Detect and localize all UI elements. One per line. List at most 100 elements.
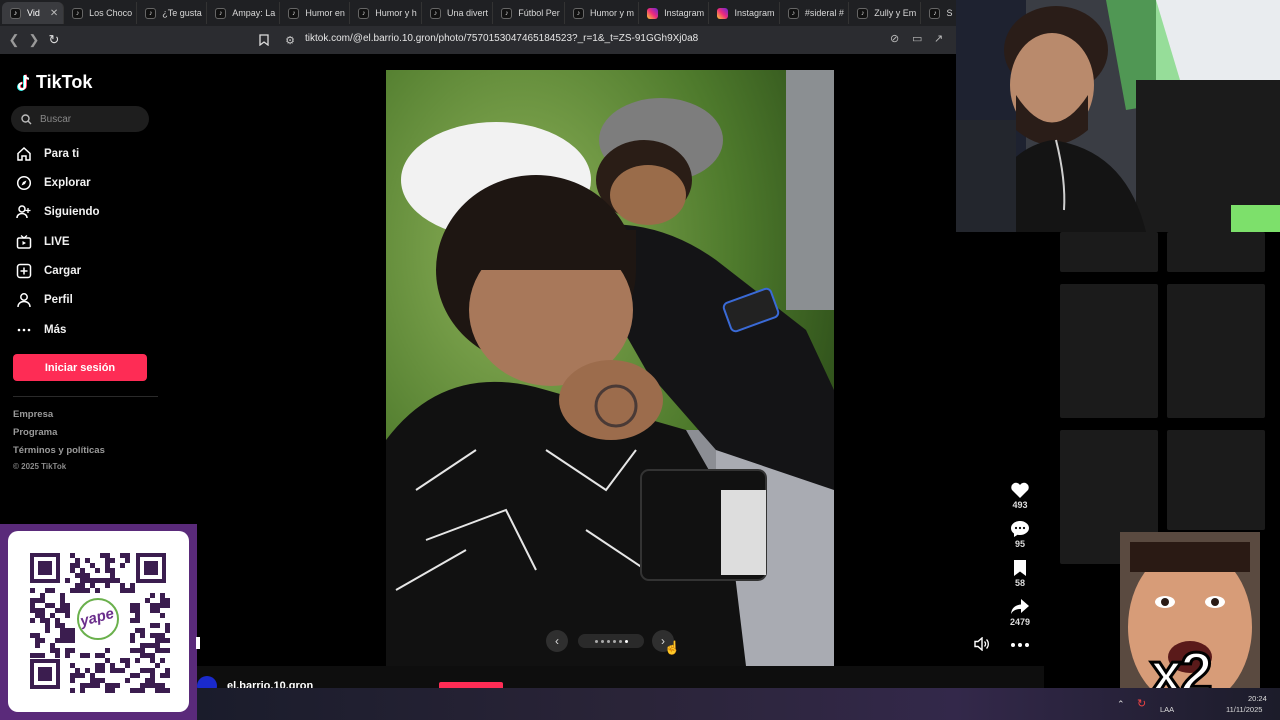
back-button[interactable]: ❮: [4, 30, 24, 50]
comment-icon: [1011, 521, 1029, 537]
browser-tab[interactable]: Instagram: [639, 2, 710, 24]
browser-tab[interactable]: Instagram: [709, 2, 780, 24]
carousel-dot[interactable]: [624, 639, 628, 643]
carousel-dot[interactable]: [600, 639, 604, 643]
browser-tab[interactable]: ♪ Humor y h: [350, 2, 422, 24]
browser-tab[interactable]: ♪ Vid ✕: [2, 2, 65, 24]
save-action[interactable]: 58: [1005, 559, 1035, 588]
nav-item-live[interactable]: LIVE: [16, 234, 70, 250]
site-info-icon[interactable]: ⚙: [280, 30, 300, 50]
browser-tab[interactable]: ♪ Zully y Em: [849, 2, 922, 24]
qr-module: [140, 653, 145, 658]
bookmark-page-icon[interactable]: [254, 30, 274, 50]
footer-link-terminos[interactable]: Términos y políticas: [13, 445, 105, 456]
browser-tab[interactable]: ♪ Ampay: La: [207, 2, 281, 24]
author-name[interactable]: el.barrio.10.gron: [227, 680, 313, 688]
close-tab-icon[interactable]: ✕: [50, 8, 58, 19]
share-icon: [1011, 599, 1029, 614]
qr-module: [165, 648, 170, 653]
nav-label: Cargar: [44, 265, 82, 277]
tiktok-icon: ♪: [215, 7, 227, 19]
login-button[interactable]: Iniciar sesión: [13, 354, 147, 381]
qr-module: [145, 643, 150, 648]
nav-item-mas[interactable]: Más: [16, 322, 66, 338]
qr-module: [80, 573, 85, 578]
qr-module: [105, 578, 110, 583]
qr-module: [45, 603, 50, 608]
tiktok-icon: ♪: [10, 7, 21, 19]
qr-module: [30, 603, 35, 608]
more-options-icon[interactable]: [1010, 638, 1030, 656]
clock-date[interactable]: 11/11/2025: [1226, 705, 1262, 714]
qr-module: [125, 588, 130, 593]
nav-item-explorar[interactable]: Explorar: [16, 175, 91, 191]
related-post-tile[interactable]: [1060, 232, 1158, 272]
search-box[interactable]: [11, 106, 149, 132]
network-icon[interactable]: ↻: [1137, 697, 1146, 710]
compass-icon: [16, 175, 32, 191]
carousel-dot[interactable]: [612, 639, 616, 643]
qr-module: [70, 553, 75, 558]
qr-module: [75, 558, 80, 563]
qr-module: [105, 683, 110, 688]
carousel-dot[interactable]: [618, 639, 622, 643]
no-tracking-icon[interactable]: ⊘: [890, 32, 899, 45]
instagram-icon: [717, 7, 729, 19]
volume-icon[interactable]: [974, 636, 990, 656]
share-page-icon[interactable]: ↗: [934, 32, 943, 45]
qr-module: [125, 678, 130, 683]
qr-module: [140, 628, 145, 633]
qr-module: [50, 603, 55, 608]
qr-module: [80, 653, 85, 658]
comment-action[interactable]: 95: [1005, 520, 1035, 549]
tiktok-icon: ♪: [145, 7, 157, 19]
nav-item-siguiendo[interactable]: Siguiendo: [16, 204, 100, 220]
related-post-tile[interactable]: [1060, 284, 1158, 418]
qr-module: [65, 578, 70, 583]
browser-tab[interactable]: ♪ #sideral #: [780, 2, 850, 24]
qr-module: [150, 673, 155, 678]
qr-module: [90, 578, 95, 583]
related-post-tile[interactable]: [1167, 232, 1265, 272]
input-language[interactable]: LAA: [1160, 705, 1174, 714]
like-action[interactable]: 493: [1005, 481, 1035, 510]
nav-item-cargar[interactable]: Cargar: [16, 263, 81, 279]
carousel-dot[interactable]: [606, 639, 610, 643]
carousel-dot[interactable]: [594, 639, 598, 643]
qr-module: [145, 653, 150, 658]
footer-link-programa[interactable]: Programa: [13, 427, 57, 438]
reload-button[interactable]: ↻: [44, 30, 64, 50]
tab-label: Vid: [27, 8, 40, 18]
tray-chevron-icon[interactable]: ⌃: [1117, 699, 1125, 710]
carousel-prev-button[interactable]: ‹: [546, 630, 568, 652]
search-input[interactable]: [40, 113, 140, 125]
qr-module: [150, 593, 155, 598]
browser-tab[interactable]: ♪ Fútbol Per: [493, 2, 566, 24]
forward-button[interactable]: ❯: [24, 30, 44, 50]
post-photo[interactable]: [386, 70, 834, 666]
related-post-tile[interactable]: [1167, 284, 1265, 418]
qr-module: [120, 563, 125, 568]
qr-module: [70, 563, 75, 568]
qr-module: [75, 673, 80, 678]
tiktok-logo[interactable]: TikTok: [16, 72, 92, 93]
tiktok-icon: ♪: [501, 7, 513, 19]
tiktok-icon: ♪: [929, 7, 941, 19]
browser-tab[interactable]: ♪ Los Choco: [64, 2, 138, 24]
browser-tab[interactable]: ♪ Humor en: [280, 2, 351, 24]
footer-link-empresa[interactable]: Empresa: [13, 409, 53, 420]
address-bar[interactable]: tiktok.com/@el.barrio.10.gron/photo/7570…: [305, 33, 698, 44]
nav-item-para-ti[interactable]: Para ti: [16, 146, 79, 162]
related-post-tile[interactable]: [1167, 430, 1265, 530]
cast-icon[interactable]: ▭: [912, 32, 922, 45]
browser-tab[interactable]: ♪ Humor y m: [565, 2, 640, 24]
qr-module: [140, 633, 145, 638]
nav-item-perfil[interactable]: Perfil: [16, 292, 73, 308]
qr-module: [130, 583, 135, 588]
browser-tab[interactable]: ♪ Una divert: [422, 2, 494, 24]
browser-tab[interactable]: ♪ S: [921, 2, 960, 24]
browser-tab[interactable]: ♪ ¿Te gusta: [137, 2, 208, 24]
share-action[interactable]: 2479: [1005, 598, 1035, 627]
sidebar-divider: [13, 396, 158, 397]
clock-time[interactable]: 20:24: [1248, 694, 1267, 703]
